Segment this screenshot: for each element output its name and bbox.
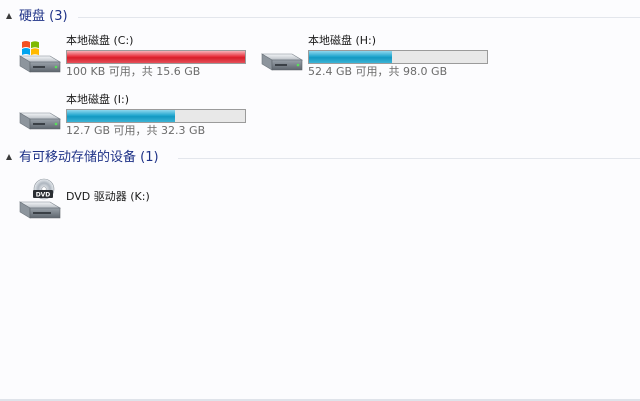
windows-drive-icon: [18, 41, 62, 73]
usage-bar: [66, 109, 246, 123]
collapse-triangle-icon[interactable]: [6, 13, 12, 19]
drive-h[interactable]: 本地磁盘 (H:) 52.4 GB 可用，共 98.0 GB: [258, 34, 498, 84]
group-divider: [178, 158, 640, 159]
drive-c[interactable]: 本地磁盘 (C:) 100 KB 可用，共 15.6 GB: [16, 34, 256, 84]
usage-bar: [66, 50, 246, 64]
usage-bar-fill: [67, 51, 245, 63]
drive-name: 本地磁盘 (I:): [66, 93, 130, 106]
drive-k[interactable]: DVD DVD 驱动器 (K:): [16, 178, 256, 228]
drive-space-info: 12.7 GB 可用，共 32.3 GB: [66, 124, 206, 137]
usage-bar-fill: [67, 110, 176, 122]
hard-drive-icon: [260, 53, 304, 71]
drive-name: 本地磁盘 (C:): [66, 34, 134, 47]
usage-bar-fill: [309, 51, 392, 63]
dvd-drive-icon: DVD: [18, 178, 62, 219]
svg-text:DVD: DVD: [36, 191, 51, 198]
drive-name: DVD 驱动器 (K:): [66, 190, 150, 203]
group-title: 硬盘 (3): [19, 9, 68, 24]
collapse-triangle-icon[interactable]: [6, 154, 12, 160]
drive-name: 本地磁盘 (H:): [308, 34, 377, 47]
group-header-removable-storage[interactable]: 有可移动存储的设备 (1): [0, 149, 640, 169]
group-title: 有可移动存储的设备 (1): [19, 150, 159, 165]
explorer-content: 硬盘 (3) 本地磁盘 (C:) 100 KB 可用，共 15.6 GB 本地磁…: [0, 0, 640, 401]
group-divider: [78, 17, 640, 18]
group-header-hard-disks[interactable]: 硬盘 (3): [0, 8, 640, 28]
usage-bar: [308, 50, 488, 64]
hard-drive-icon: [18, 112, 62, 130]
drive-i[interactable]: 本地磁盘 (I:) 12.7 GB 可用，共 32.3 GB: [16, 93, 256, 143]
drive-space-info: 100 KB 可用，共 15.6 GB: [66, 65, 201, 78]
drive-space-info: 52.4 GB 可用，共 98.0 GB: [308, 65, 448, 78]
